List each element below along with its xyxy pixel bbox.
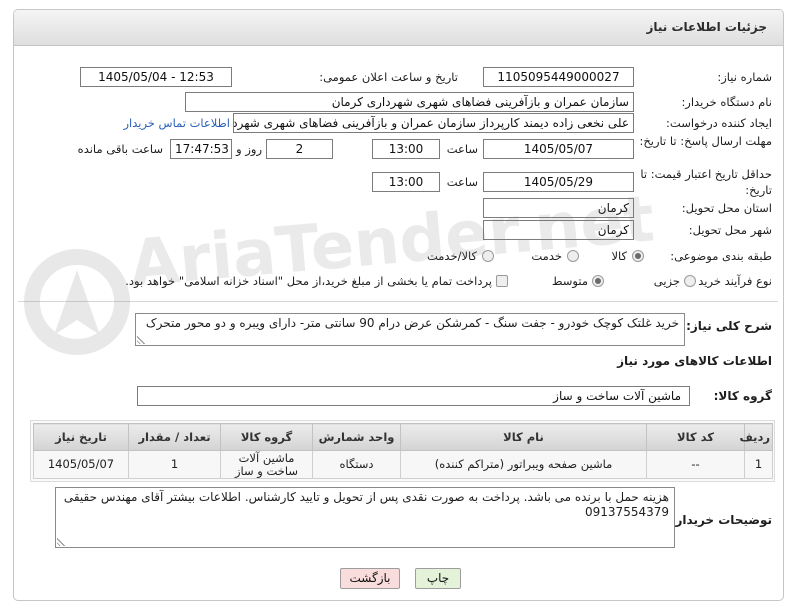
back-button[interactable]: بازگشت — [340, 568, 400, 589]
cell-row-number: 1 — [744, 450, 773, 479]
price-validity-time-label: ساعت — [446, 175, 478, 189]
resize-grip[interactable] — [57, 537, 66, 546]
items-section-title: اطلاعات کالاهای مورد نیاز — [617, 354, 772, 368]
buyer-org-label: نام دستگاه خریدار: — [681, 95, 772, 109]
remaining-days-field[interactable]: 2 — [266, 139, 333, 159]
treasury-payment-label: پرداخت تمام یا بخشی از مبلغ خرید،از محل … — [125, 274, 492, 288]
creator-field[interactable]: علی نخعی زاده دیمند کارپرداز سازمان عمرا… — [233, 113, 634, 133]
buyer-notes-text: هزینه حمل با برنده می باشد. پرداخت به صو… — [63, 490, 669, 519]
cell-need-date: 1405/05/07 — [33, 450, 129, 479]
delivery-city-field[interactable]: کرمان — [483, 220, 634, 240]
item-group-label: گروه کالا: — [713, 389, 772, 403]
buyer-contact-link[interactable]: اطلاعات تماس خریدار — [123, 115, 230, 131]
col-header-item-code: کد کالا — [646, 423, 745, 451]
process-medium-radio[interactable] — [592, 275, 604, 287]
buyer-notes-textarea[interactable]: هزینه حمل با برنده می باشد. پرداخت به صو… — [55, 487, 675, 548]
cell-unit: دستگاه — [312, 450, 401, 479]
col-header-quantity: تعداد / مقدار — [128, 423, 221, 451]
category-goods-radio[interactable] — [632, 250, 644, 262]
delivery-province-label: استان محل تحویل: — [681, 201, 772, 215]
delivery-city-label: شهر محل تحویل: — [688, 223, 772, 237]
response-deadline-label: مهلت ارسال پاسخ: تا تاریخ: — [639, 134, 772, 148]
creator-label: ایجاد کننده درخواست: — [666, 116, 772, 130]
section-divider — [18, 301, 778, 302]
table-header-row: ردیف کد کالا نام کالا واحد شمارش گروه کا… — [33, 423, 773, 451]
panel-title: جزئیات اطلاعات نیاز — [646, 20, 767, 34]
response-deadline-date-field[interactable]: 1405/05/07 — [483, 139, 634, 159]
delivery-province-field[interactable]: کرمان — [483, 198, 634, 218]
cell-item-code: -- — [646, 450, 745, 479]
cell-item-name: ماشین صفحه ویبراتور (متراکم کننده) — [400, 450, 647, 479]
category-goods-service-label: کالا/خدمت — [426, 249, 477, 263]
col-header-need-date: تاریخ نیاز — [33, 423, 129, 451]
process-minor-radio[interactable] — [684, 275, 696, 287]
response-deadline-time-field[interactable]: 13:00 — [372, 139, 440, 159]
page: جزئیات اطلاعات نیاز شماره نیاز: 11050954… — [0, 0, 788, 606]
category-service-radio[interactable] — [567, 250, 579, 262]
purchase-process-label: نوع فرآیند خرید : — [690, 274, 772, 288]
cell-item-group: ماشین آلات ساخت و ساز — [220, 450, 313, 479]
announce-datetime-label: تاریخ و ساعت اعلان عمومی: — [319, 70, 458, 84]
items-table: ردیف کد کالا نام کالا واحد شمارش گروه کا… — [33, 423, 773, 479]
price-validity-time-field[interactable]: 13:00 — [372, 172, 440, 192]
announce-datetime-field[interactable]: 1405/05/04 - 12:53 — [80, 67, 232, 87]
remaining-time-field[interactable]: 17:47:53 — [170, 139, 232, 159]
need-description-label: شرح کلی نیاز: — [686, 319, 772, 333]
remaining-days-label: روز و — [236, 142, 262, 156]
col-header-item-group: گروه کالا — [220, 423, 313, 451]
col-header-row-number: ردیف — [739, 423, 773, 451]
category-goods-service-radio[interactable] — [482, 250, 494, 262]
process-medium-label: متوسط — [551, 274, 588, 288]
subject-category-label: طبقه بندی موضوعی: — [670, 249, 772, 263]
process-minor-label: جزیی — [653, 274, 680, 288]
need-description-text: خرید غلتک کوچک خودرو - جفت سنگ - کمرشکن … — [145, 316, 679, 330]
buyer-notes-label: توضیحات خریدار: — [670, 513, 772, 527]
table-row: 1 -- ماشین صفحه ویبراتور (متراکم کننده) … — [33, 450, 773, 479]
buyer-org-field[interactable]: سازمان عمران و بازآفرینی فضاهای شهری شهر… — [185, 92, 634, 112]
resize-grip[interactable] — [137, 335, 146, 344]
price-validity-label: حداقل تاریخ اعتبار قیمت: تا تاریخ: — [640, 167, 772, 197]
remaining-time-label: ساعت باقی مانده — [77, 142, 163, 156]
category-goods-label: کالا — [611, 249, 627, 263]
need-number-label: شماره نیاز: — [717, 70, 772, 84]
need-number-field[interactable]: 1105095449000027 — [483, 67, 634, 87]
price-validity-date-field[interactable]: 1405/05/29 — [483, 172, 634, 192]
category-service-label: خدمت — [531, 249, 562, 263]
col-header-item-name: نام کالا — [400, 423, 647, 451]
col-header-unit: واحد شمارش — [312, 423, 401, 451]
print-button[interactable]: چاپ — [415, 568, 461, 589]
item-group-field[interactable]: ماشین آلات ساخت و ساز — [137, 386, 690, 406]
response-deadline-time-label: ساعت — [446, 142, 478, 156]
need-description-textarea[interactable]: خرید غلتک کوچک خودرو - جفت سنگ - کمرشکن … — [135, 313, 685, 346]
cell-quantity: 1 — [128, 450, 221, 479]
treasury-payment-checkbox[interactable] — [496, 275, 508, 287]
panel-header: جزئیات اطلاعات نیاز — [14, 10, 783, 46]
